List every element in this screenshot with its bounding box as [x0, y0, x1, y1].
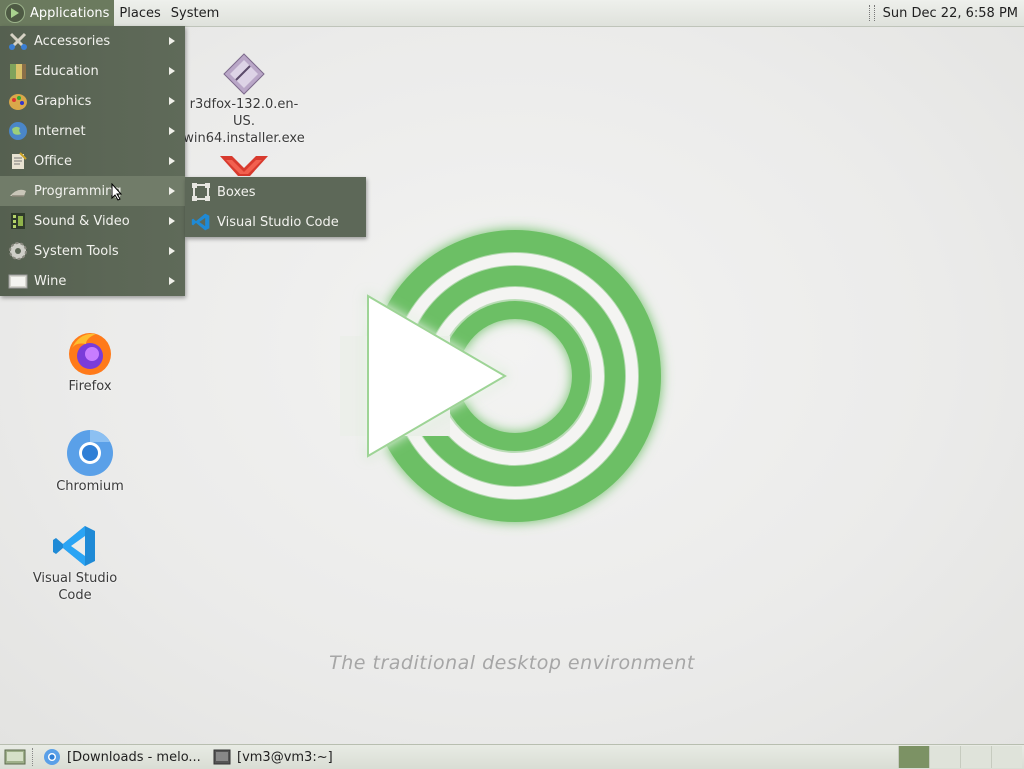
- submenu-arrow-icon: [169, 277, 175, 285]
- submenu-arrow-icon: [169, 67, 175, 75]
- submenu-item-label: Boxes: [217, 184, 256, 200]
- applications-label: Applications: [30, 5, 110, 21]
- menu-item-office[interactable]: Office: [0, 146, 185, 176]
- taskbar-item-label: [Downloads - melo...: [67, 749, 201, 765]
- menu-item-label: Office: [34, 153, 72, 169]
- submenu-item-boxes[interactable]: Boxes: [185, 177, 366, 207]
- panel-handle[interactable]: [868, 5, 875, 21]
- menu-item-label: Wine: [34, 273, 67, 289]
- menu-item-accessories[interactable]: Accessories: [0, 26, 185, 56]
- desktop-icon-installer[interactable]: r3dfox-132.0.en-US. win64.installer.exe: [182, 52, 306, 147]
- desktop-icon-vscode[interactable]: Visual Studio Code: [15, 522, 135, 604]
- system-tools-icon: [8, 241, 28, 261]
- education-icon: [8, 61, 28, 81]
- wine-icon: [8, 271, 28, 291]
- partially-hidden-desktop-icon[interactable]: [220, 154, 268, 176]
- menu-item-label: System Tools: [34, 243, 119, 259]
- system-menu-button[interactable]: System: [166, 0, 224, 26]
- vscode-label: Visual Studio Code: [32, 571, 118, 603]
- desktop-icon-chromium[interactable]: Chromium: [45, 428, 135, 495]
- mate-menu-icon: [5, 3, 25, 23]
- taskbar-item-terminal[interactable]: [vm3@vm3:~]: [209, 746, 357, 768]
- chromium-icon: [67, 430, 113, 476]
- submenu-item-label: Visual Studio Code: [217, 214, 339, 230]
- mate-logo-emblem: [340, 230, 661, 522]
- submenu-arrow-icon: [169, 97, 175, 105]
- menu-item-education[interactable]: Education: [0, 56, 185, 86]
- installer-icon: [223, 53, 265, 95]
- internet-icon: [8, 121, 28, 141]
- menu-item-label: Accessories: [34, 33, 111, 49]
- vscode-icon: [53, 526, 95, 566]
- menu-item-wine[interactable]: Wine: [0, 266, 185, 296]
- vscode-icon: [191, 212, 211, 232]
- menu-item-sound-video[interactable]: Sound & Video: [0, 206, 185, 236]
- desktop-icon-firefox[interactable]: Firefox: [55, 330, 125, 395]
- taskbar-item-label: [vm3@vm3:~]: [237, 749, 333, 765]
- menu-item-programming[interactable]: Programming: [0, 176, 185, 206]
- workspace-4[interactable]: [991, 746, 1022, 768]
- submenu-arrow-icon: [169, 217, 175, 225]
- menu-item-internet[interactable]: Internet: [0, 116, 185, 146]
- workspace-switcher: [898, 746, 1022, 768]
- taskbar-item-downloads[interactable]: [Downloads - melo...: [39, 746, 207, 768]
- show-desktop-icon: [4, 749, 26, 765]
- applications-menu: Accessories Education Graphics Internet …: [0, 26, 185, 296]
- top-panel: Applications Places System Sun Dec 22, 6…: [0, 0, 1024, 27]
- office-icon: [8, 151, 28, 171]
- boxes-icon: [191, 182, 211, 202]
- submenu-arrow-icon: [169, 187, 175, 195]
- workspace-2[interactable]: [929, 746, 960, 768]
- menu-item-system-tools[interactable]: System Tools: [0, 236, 185, 266]
- menu-item-label: Programming: [34, 183, 122, 199]
- installer-label-line2: win64.installer.exe: [183, 131, 305, 146]
- submenu-arrow-icon: [169, 247, 175, 255]
- menu-item-label: Sound & Video: [34, 213, 130, 229]
- mouse-cursor-icon: [111, 183, 123, 201]
- workspace-1[interactable]: [898, 746, 929, 768]
- installer-label-line1: r3dfox-132.0.en-US.: [189, 97, 299, 129]
- submenu-arrow-icon: [169, 157, 175, 165]
- programming-icon: [8, 181, 28, 201]
- workspace-3[interactable]: [960, 746, 991, 768]
- firefox-label: Firefox: [68, 379, 112, 394]
- menu-item-label: Graphics: [34, 93, 92, 109]
- menu-item-label: Education: [34, 63, 99, 79]
- show-desktop-button[interactable]: [0, 746, 30, 768]
- submenu-arrow-icon: [169, 127, 175, 135]
- chromium-icon: [44, 749, 60, 765]
- places-menu-button[interactable]: Places: [114, 0, 165, 26]
- submenu-arrow-icon: [169, 37, 175, 45]
- applications-menu-button[interactable]: Applications: [0, 0, 115, 26]
- chromium-label: Chromium: [56, 479, 124, 494]
- graphics-icon: [8, 91, 28, 111]
- bottom-panel: [Downloads - melo... [vm3@vm3:~]: [0, 744, 1024, 769]
- accessories-icon: [8, 31, 28, 51]
- menu-item-label: Internet: [34, 123, 86, 139]
- terminal-icon: [213, 749, 231, 765]
- sound-video-icon: [8, 211, 28, 231]
- clock[interactable]: Sun Dec 22, 6:58 PM: [883, 6, 1018, 21]
- menu-item-graphics[interactable]: Graphics: [0, 86, 185, 116]
- programming-submenu: Boxes Visual Studio Code: [185, 177, 366, 237]
- panel-separator: [32, 748, 37, 766]
- desktop-tagline: The traditional desktop environment: [329, 652, 695, 674]
- submenu-item-vscode[interactable]: Visual Studio Code: [185, 207, 366, 237]
- firefox-icon: [69, 333, 111, 375]
